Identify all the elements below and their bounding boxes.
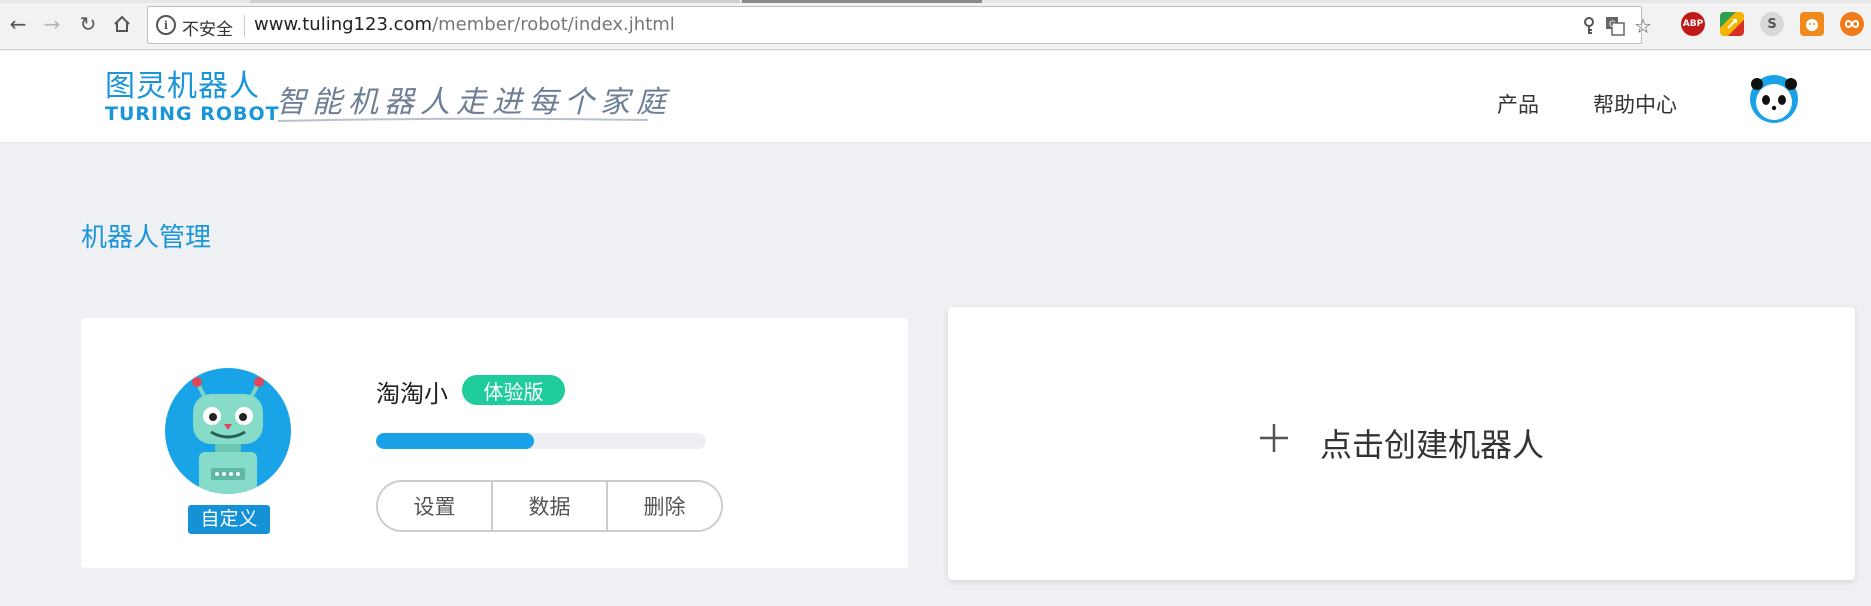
- translate-icon[interactable]: G: [1604, 15, 1626, 37]
- extension-pinwheel-icon[interactable]: [1720, 12, 1744, 36]
- forward-arrow-icon[interactable]: →: [38, 10, 66, 38]
- browser-toolbar: ← → ↻ i 不安全 www.tuling123.com/member/rob…: [0, 0, 1871, 50]
- data-button[interactable]: 数据: [491, 482, 606, 530]
- slogan-underline: [278, 117, 648, 122]
- turing-logo[interactable]: 图灵机器人 TURING ROBOT: [105, 69, 280, 127]
- info-icon[interactable]: i: [156, 15, 176, 35]
- security-label: 不安全: [182, 20, 233, 40]
- nav-products[interactable]: 产品: [1497, 89, 1539, 119]
- key-icon[interactable]: [1578, 15, 1600, 37]
- site-header: 图灵机器人 TURING ROBOT 智能机器人走进每个家庭 产品 帮助中心: [0, 51, 1871, 143]
- slogan: 智能机器人走进每个家庭: [276, 85, 672, 120]
- address-divider: [244, 15, 245, 37]
- logo-cn-text: 图灵机器人: [105, 69, 260, 104]
- url-text[interactable]: www.tuling123.com/member/robot/index.jht…: [254, 14, 675, 35]
- tab-active[interactable]: [742, 0, 982, 3]
- tab-inactive[interactable]: [250, 0, 740, 3]
- plus-icon: [1260, 424, 1288, 452]
- section-title: 机器人管理: [81, 223, 212, 253]
- tab-strip: [0, 0, 1871, 3]
- back-arrow-icon[interactable]: ←: [4, 10, 32, 38]
- reload-icon[interactable]: ↻: [74, 10, 102, 38]
- create-robot-card[interactable]: 点击创建机器人: [948, 307, 1855, 580]
- robot-type-tag: 自定义: [188, 505, 270, 534]
- bookmark-star-icon[interactable]: ☆: [1632, 14, 1654, 38]
- robot-card: 自定义 淘淘小 体验版 设置 数据 删除: [81, 318, 908, 568]
- logo-en-text: TURING ROBOT: [105, 103, 280, 125]
- robot-action-group: 设置 数据 删除: [376, 480, 723, 532]
- robot-name: 淘淘小: [376, 380, 448, 408]
- home-icon[interactable]: [108, 10, 136, 38]
- extension-infinity-icon[interactable]: [1840, 12, 1864, 36]
- nav-help-center[interactable]: 帮助中心: [1593, 89, 1677, 119]
- create-robot-label: 点击创建机器人: [1320, 426, 1545, 464]
- url-host: www.tuling123.com: [254, 14, 433, 35]
- trial-version-badge: 体验版: [462, 375, 565, 405]
- adblock-label: ABP: [1682, 19, 1704, 29]
- address-bar[interactable]: i 不安全 www.tuling123.com/member/robot/ind…: [147, 6, 1652, 44]
- url-path: /member/robot/index.jhtml: [432, 14, 675, 35]
- delete-button[interactable]: 删除: [606, 482, 721, 530]
- extension-s-label: S: [1767, 16, 1777, 32]
- usage-progress-bar: [376, 433, 706, 449]
- user-avatar-panda-icon[interactable]: [1749, 74, 1799, 124]
- svg-text:G: G: [1609, 20, 1616, 30]
- robot-avatar-icon: [165, 368, 291, 494]
- adblock-icon[interactable]: ABP: [1681, 12, 1705, 36]
- extension-cat-icon[interactable]: [1800, 12, 1824, 36]
- usage-progress-fill: [376, 433, 535, 449]
- settings-button[interactable]: 设置: [378, 482, 491, 530]
- extension-s-icon[interactable]: S: [1760, 12, 1784, 36]
